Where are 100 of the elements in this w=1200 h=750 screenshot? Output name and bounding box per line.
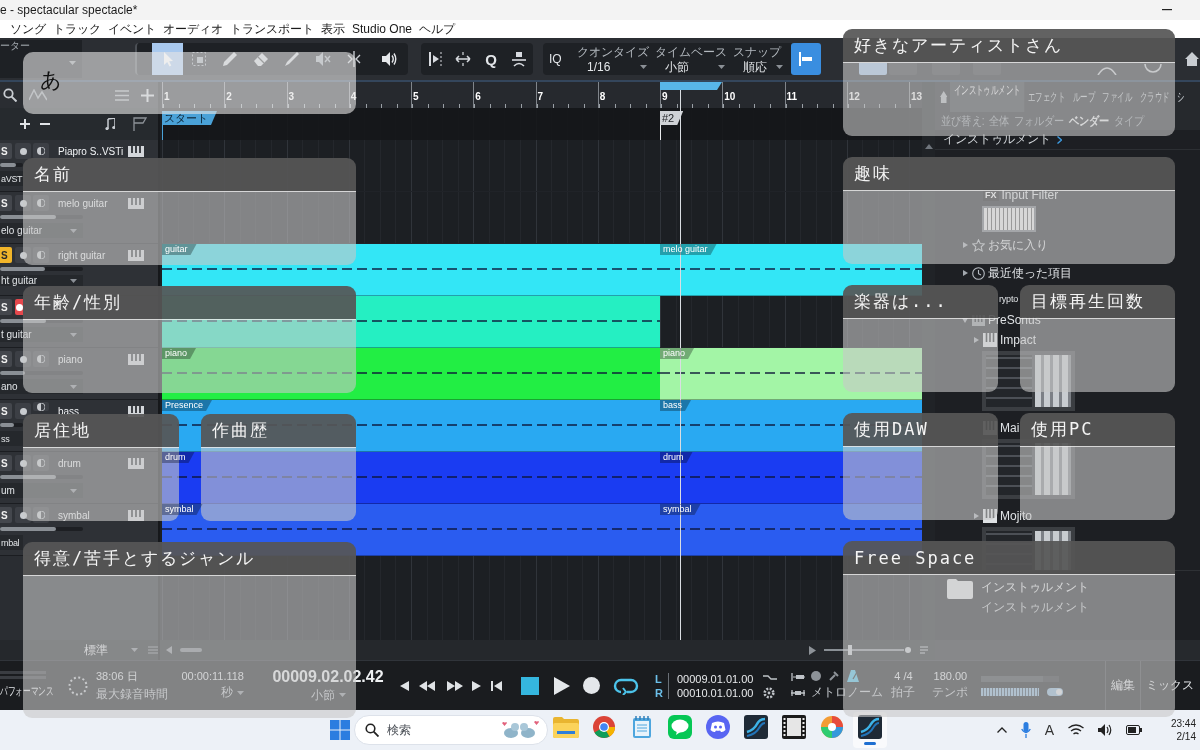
browser-item[interactable]: Mai xyxy=(1000,421,1020,435)
bracket-bar-icon[interactable] xyxy=(791,688,806,697)
menu-item[interactable]: オーディオ xyxy=(163,22,223,36)
chevron-up-icon[interactable] xyxy=(996,727,1007,733)
snap-button[interactable] xyxy=(791,43,821,75)
browser-tab[interactable]: シ xyxy=(1173,82,1188,112)
record-arm-button[interactable] xyxy=(15,351,31,367)
bar-marker-icon[interactable] xyxy=(791,672,806,681)
record-arm-button[interactable] xyxy=(15,507,31,523)
volume-slider[interactable] xyxy=(0,215,83,219)
record-arm-button[interactable] xyxy=(15,195,31,211)
music-note-icon[interactable] xyxy=(105,118,115,130)
volume-slider[interactable] xyxy=(0,319,83,323)
toggle-icon[interactable] xyxy=(1047,687,1064,696)
menu-item[interactable]: トラック xyxy=(53,22,101,36)
home-icon[interactable] xyxy=(1185,52,1199,66)
input-mode-indicator[interactable]: A xyxy=(1044,722,1054,738)
instrument-dropdown[interactable]: mbal xyxy=(0,535,23,550)
record-arm-button[interactable] xyxy=(15,143,31,159)
slider-thumb[interactable] xyxy=(848,645,853,655)
volume-slider[interactable] xyxy=(0,475,83,479)
flag-icon[interactable] xyxy=(133,117,147,131)
dot-icon[interactable] xyxy=(811,671,822,681)
monitor-button[interactable] xyxy=(33,402,49,411)
track-name[interactable]: Piapro S..VSTi xyxy=(58,145,124,157)
clock-date[interactable]: 2/14 xyxy=(1176,731,1196,742)
selector-dropdown[interactable]: 小節 xyxy=(655,59,729,74)
browser-item[interactable]: Impact xyxy=(1000,333,1036,347)
monitor-button[interactable] xyxy=(33,507,49,523)
browser-item[interactable]: rypto xyxy=(999,294,1018,304)
menu-item[interactable]: Studio One xyxy=(352,22,413,36)
expanded-arrow-icon[interactable] xyxy=(962,317,968,323)
solo-button[interactable]: S xyxy=(0,455,12,471)
menu-item[interactable]: ヘルプ xyxy=(419,22,456,36)
fast-forward-icon[interactable] xyxy=(447,680,463,691)
browser-item[interactable]: Mojito xyxy=(1000,509,1032,523)
timeline-ruler[interactable]: 9 10 11 12 13 xyxy=(660,82,922,108)
solo-button[interactable]: S xyxy=(0,143,12,159)
loop-range[interactable] xyxy=(660,82,722,90)
midi-clip[interactable]: drum xyxy=(162,452,660,504)
bounce-tool-icon[interactable] xyxy=(511,51,527,67)
solo-button[interactable]: S xyxy=(0,403,12,419)
skip-to-start-icon[interactable] xyxy=(491,680,502,691)
iq-button[interactable]: IQ xyxy=(549,52,577,66)
menu-item[interactable]: ソング xyxy=(10,22,46,36)
instrument-dropdown[interactable]: ss xyxy=(0,431,23,446)
selector-dropdown[interactable]: 1/16 xyxy=(577,59,651,74)
search-icon[interactable] xyxy=(3,88,17,102)
volume-slider[interactable] xyxy=(0,423,23,427)
instrument-dropdown[interactable]: um xyxy=(0,483,83,498)
solo-button[interactable]: S xyxy=(0,247,12,263)
menu-item[interactable]: トランスポート xyxy=(230,22,314,36)
previous-marker-icon[interactable] xyxy=(400,680,409,691)
speaker-icon[interactable] xyxy=(1098,724,1112,736)
monitor-button[interactable] xyxy=(33,143,49,159)
instrument-dropdown[interactable]: aVST xyxy=(0,171,23,186)
battery-icon[interactable] xyxy=(1126,725,1142,735)
play-icon[interactable] xyxy=(554,676,570,695)
volume-slider[interactable] xyxy=(0,267,83,271)
solo-button[interactable]: S xyxy=(0,507,12,523)
stretch-arrows-icon[interactable] xyxy=(455,51,471,67)
clock-time[interactable]: 23:44 xyxy=(1170,718,1196,729)
instrument-dropdown[interactable]: t guitar xyxy=(0,327,83,342)
record-icon[interactable] xyxy=(583,677,600,694)
record-arm-button[interactable] xyxy=(15,403,31,419)
browser-item[interactable]: 最近使った項目 xyxy=(988,264,1072,282)
loop-icon[interactable] xyxy=(612,676,640,695)
collapsed-arrow-icon[interactable] xyxy=(962,270,968,276)
scrollbar-thumb[interactable] xyxy=(180,648,202,652)
menu-item[interactable]: 表示 xyxy=(321,22,345,36)
instrument-dropdown[interactable]: ht guitar xyxy=(0,275,83,286)
volume-slider[interactable] xyxy=(0,163,23,167)
solo-button[interactable]: S xyxy=(0,351,12,367)
scroll-up-icon[interactable] xyxy=(924,144,933,149)
wifi-icon[interactable] xyxy=(1068,724,1084,736)
rewind-icon[interactable] xyxy=(419,680,435,691)
track-name[interactable]: bass xyxy=(58,405,124,417)
next-marker-icon[interactable] xyxy=(472,680,481,691)
triangle-right-icon[interactable] xyxy=(809,645,816,655)
record-arm-button[interactable] xyxy=(15,299,23,315)
selector-dropdown[interactable]: 順応 xyxy=(733,59,787,74)
search-field[interactable]: 検索 xyxy=(354,715,548,745)
marker-flag[interactable]: スタート xyxy=(162,111,217,125)
microphone-icon[interactable] xyxy=(1020,722,1031,738)
record-arm-button[interactable] xyxy=(15,247,31,263)
solo-button[interactable]: S xyxy=(0,195,12,211)
instrument-dropdown[interactable]: ano xyxy=(0,379,83,394)
chevron-right-icon[interactable] xyxy=(1057,135,1062,144)
taskbar-button[interactable] xyxy=(853,712,887,748)
quantize-button[interactable]: Q xyxy=(483,50,499,68)
add-icon[interactable] xyxy=(20,119,30,129)
step-line-icon[interactable] xyxy=(763,672,778,681)
start-icon[interactable] xyxy=(330,720,350,740)
stop-icon[interactable] xyxy=(521,676,539,695)
browser-path[interactable]: インストゥルメント xyxy=(943,131,1051,148)
slice-tool-icon[interactable] xyxy=(427,51,443,67)
solo-button[interactable]: S xyxy=(0,299,12,315)
minimize-icon[interactable] xyxy=(1162,9,1172,11)
marker-flag[interactable]: #2 xyxy=(660,111,684,125)
hammer-icon[interactable] xyxy=(829,671,840,681)
